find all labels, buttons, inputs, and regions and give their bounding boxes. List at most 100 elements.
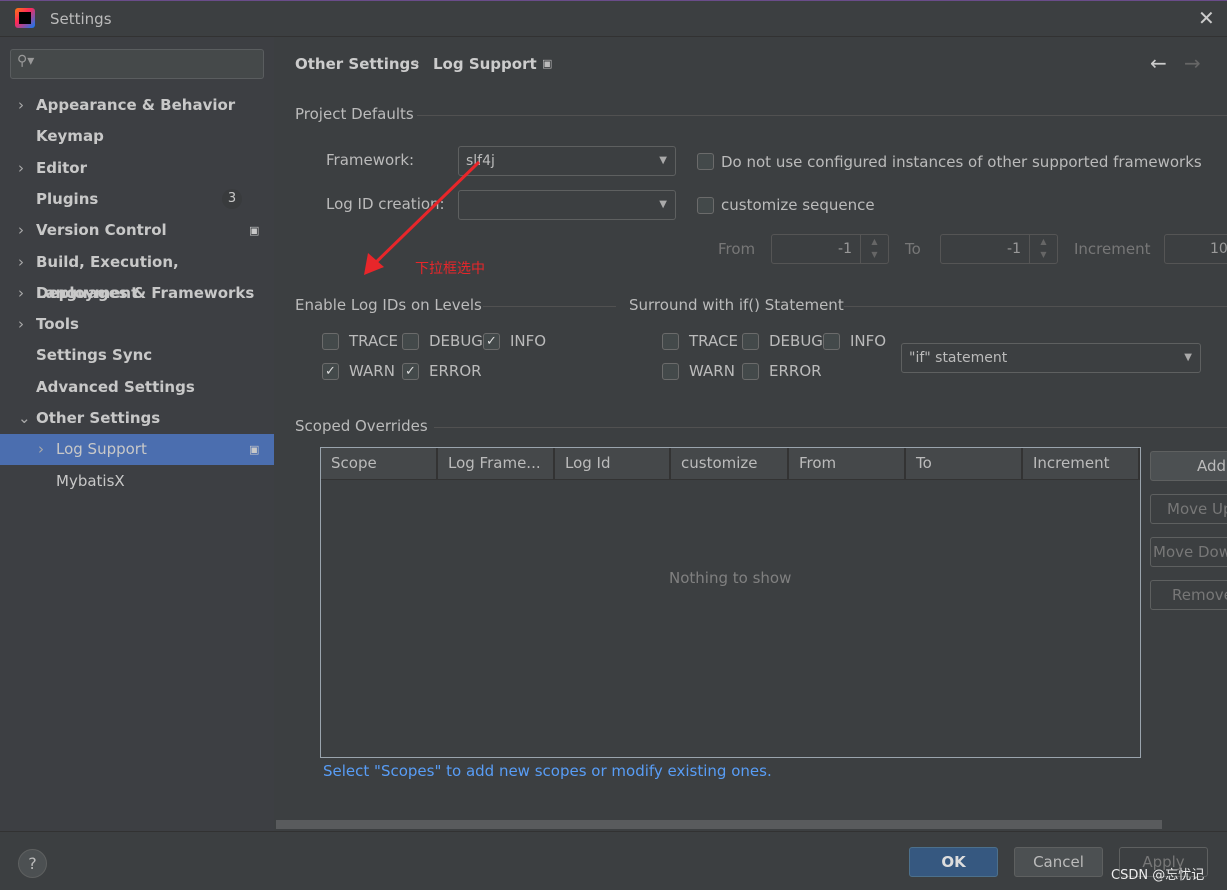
- surround-warn-label: WARN: [689, 362, 735, 380]
- enable_levels-warn-checkbox[interactable]: ✓: [322, 363, 339, 380]
- surround-info-checkbox[interactable]: [823, 333, 840, 350]
- sidebar-item-label: Keymap: [36, 127, 104, 146]
- from-value: -1: [838, 241, 852, 257]
- footer: ? OK Cancel Apply CSDN @忘忧记: [0, 831, 1227, 890]
- separator: [434, 427, 1227, 428]
- plugins-badge: 3: [222, 188, 242, 209]
- sidebar-item-label: Advanced Settings: [36, 377, 195, 396]
- separator: [417, 115, 1227, 116]
- enable_levels-debug-checkbox[interactable]: [402, 333, 419, 350]
- to-label: To: [905, 240, 921, 258]
- surround-trace-label: TRACE: [689, 332, 738, 350]
- column-header[interactable]: To: [906, 448, 1023, 479]
- sidebar-item-editor[interactable]: › Editor: [0, 153, 274, 184]
- to-value: -1: [1007, 241, 1021, 257]
- annotation-text: 下拉框选中: [415, 261, 485, 277]
- scopes-table[interactable]: Scope Log Frame... Log Id customize From To In…: [320, 447, 1141, 758]
- chevron-right-icon[interactable]: ›: [18, 153, 24, 184]
- sidebar-item-label: Other Settings: [36, 409, 161, 427]
- chevron-right-icon[interactable]: ›: [18, 278, 24, 309]
- scopes-hint-link[interactable]: Select "Scopes" to add new scopes or mod…: [323, 762, 772, 780]
- statement-value: "if" statement: [909, 350, 1008, 366]
- breadcrumb-current: Log Support: [433, 55, 537, 73]
- spinner-arrows-icon[interactable]: ▲ ▼: [860, 235, 888, 263]
- sidebar-item-other-settings[interactable]: ⌄ Other Settings: [0, 403, 274, 434]
- search-input[interactable]: ⚲▾: [10, 49, 264, 79]
- to-spinner[interactable]: -1 ▲ ▼: [940, 234, 1058, 264]
- help-button[interactable]: ?: [18, 849, 47, 878]
- enable_levels-info-label: INFO: [510, 332, 547, 350]
- from-spinner[interactable]: -1 ▲ ▼: [771, 234, 889, 264]
- remove-button[interactable]: Remove: [1150, 580, 1227, 610]
- breadcrumb-parent[interactable]: Other Settings: [295, 55, 419, 73]
- sidebar: ⚲▾ › Appearance & Behavior Keymap › Editor Pl…: [0, 37, 274, 831]
- project-defaults-title: Project Defaults: [295, 105, 414, 123]
- chevron-down-icon: ▼: [1184, 352, 1192, 363]
- enable_levels-warn-label: WARN: [349, 362, 395, 380]
- surround-error-checkbox[interactable]: [742, 363, 759, 380]
- enable-levels-title: Enable Log IDs on Levels: [295, 296, 482, 314]
- customize-sequence-checkbox[interactable]: [697, 197, 714, 214]
- increment-label: Increment: [1074, 240, 1151, 258]
- sidebar-item-label: Appearance & Behavior: [36, 96, 236, 114]
- enable_levels-error-checkbox[interactable]: ✓: [402, 363, 419, 380]
- column-header[interactable]: Increment: [1023, 448, 1140, 479]
- chevron-right-icon[interactable]: ›: [18, 247, 24, 278]
- window-title: Settings: [50, 10, 112, 28]
- sidebar-item-version-control[interactable]: › Version Control ▣: [0, 215, 274, 246]
- sidebar-item-build-execution-deployment[interactable]: › Build, Execution, Deployment: [0, 247, 274, 302]
- cancel-button[interactable]: Cancel: [1014, 847, 1103, 877]
- sidebar-item-label: Languages & Frameworks: [36, 283, 255, 302]
- chevron-down-icon[interactable]: ⌄: [18, 403, 31, 434]
- enable_levels-debug-label: DEBUG: [429, 332, 483, 350]
- enable_levels-info-checkbox[interactable]: ✓: [483, 333, 500, 350]
- sidebar-item-appearance-behavior[interactable]: › Appearance & Behavior: [0, 90, 274, 121]
- add-button[interactable]: Add: [1150, 451, 1227, 481]
- horizontal-scrollbar[interactable]: [276, 820, 1162, 829]
- sidebar-item-languages-frameworks[interactable]: › Languages & Frameworks: [0, 278, 274, 309]
- column-header[interactable]: Log Frame...: [438, 448, 555, 479]
- spinner-arrows-icon[interactable]: ▲ ▼: [1029, 235, 1057, 263]
- surround-trace-checkbox[interactable]: [662, 333, 679, 350]
- chevron-right-icon[interactable]: ›: [18, 309, 24, 340]
- sidebar-item-mybatisx[interactable]: MybatisX: [0, 466, 274, 497]
- move-down-button[interactable]: Move Down: [1150, 537, 1227, 567]
- sidebar-item-label: Log Support: [56, 440, 147, 459]
- chevron-right-icon[interactable]: ›: [18, 215, 24, 246]
- column-header[interactable]: customize: [671, 448, 789, 479]
- sidebar-item-label: Plugins: [36, 189, 99, 208]
- sidebar-item-log-support[interactable]: › Log Support ▣: [0, 434, 274, 466]
- surround-debug-label: DEBUG: [769, 332, 823, 350]
- scoped-overrides-title: Scoped Overrides: [295, 417, 428, 435]
- from-label: From: [718, 240, 756, 258]
- statement-dropdown[interactable]: "if" statement ▼: [901, 343, 1201, 373]
- separator: [483, 306, 616, 307]
- back-arrow-icon[interactable]: ←: [1150, 51, 1167, 75]
- close-icon[interactable]: ✕: [1198, 6, 1215, 30]
- ok-button[interactable]: OK: [909, 847, 998, 877]
- help-icon: ?: [28, 854, 37, 873]
- column-header[interactable]: From: [789, 448, 906, 479]
- project-level-icon: ▣: [249, 224, 260, 238]
- dont-use-checkbox[interactable]: [697, 153, 714, 170]
- move-up-button[interactable]: Move Up: [1150, 494, 1227, 524]
- sidebar-item-label: Version Control: [36, 221, 167, 240]
- sidebar-item-advanced-settings[interactable]: Advanced Settings: [0, 372, 274, 403]
- sidebar-item-plugins[interactable]: Plugins 3: [0, 184, 274, 215]
- separator: [844, 306, 1227, 307]
- sidebar-item-keymap[interactable]: Keymap: [0, 121, 274, 152]
- surround-debug-checkbox[interactable]: [742, 333, 759, 350]
- chevron-right-icon[interactable]: ›: [18, 90, 24, 121]
- chevron-right-icon[interactable]: ›: [38, 434, 44, 465]
- increment-spinner[interactable]: 10: [1164, 234, 1227, 264]
- surround-warn-checkbox[interactable]: [662, 363, 679, 380]
- column-header[interactable]: Log Id: [555, 448, 671, 479]
- enable_levels-trace-checkbox[interactable]: [322, 333, 339, 350]
- sidebar-item-settings-sync[interactable]: Settings Sync: [0, 340, 274, 371]
- sidebar-item-tools[interactable]: › Tools: [0, 309, 274, 340]
- forward-arrow-icon[interactable]: →: [1184, 51, 1201, 75]
- column-header[interactable]: Scope: [321, 448, 438, 479]
- chevron-down-icon: ▼: [659, 155, 667, 166]
- empty-table-text: Nothing to show: [669, 569, 792, 587]
- sidebar-item-label: Settings Sync: [36, 346, 153, 365]
